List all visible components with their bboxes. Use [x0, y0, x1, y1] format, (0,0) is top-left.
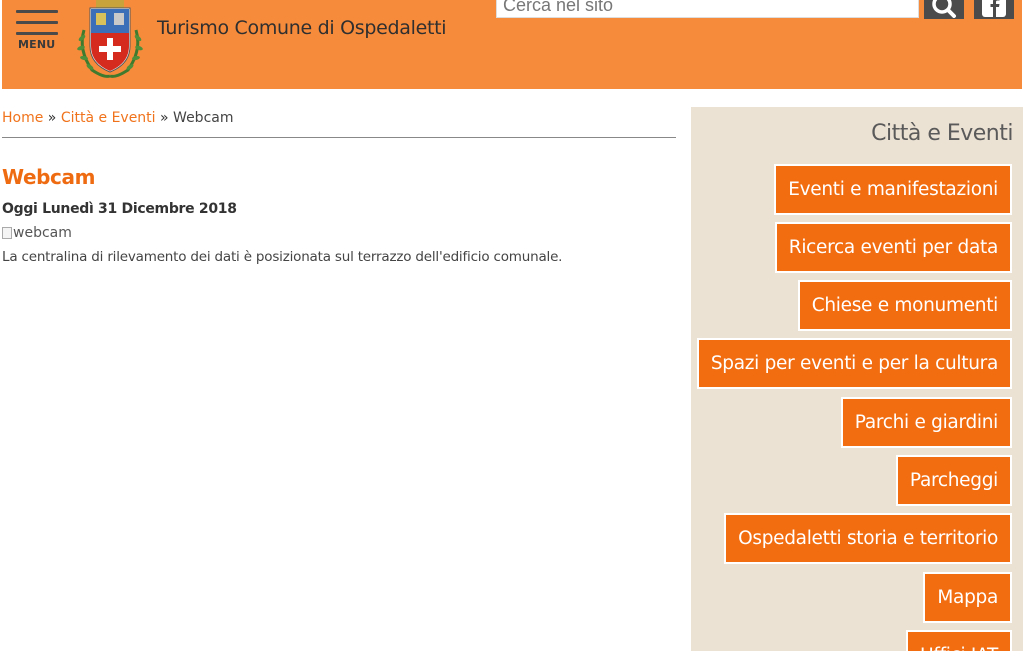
sidebar-item-mappa[interactable]: Mappa: [923, 572, 1012, 623]
sidebar-title: Città e Eventi: [871, 121, 1013, 146]
facebook-button[interactable]: [974, 0, 1014, 19]
site-header: MENU Turismo Comune di Ospedaletti Cerca…: [2, 0, 1022, 89]
sidebar-item-parcheggi[interactable]: Parcheggi: [895, 455, 1012, 506]
breadcrumb-separator: »: [160, 110, 169, 126]
search-icon: [932, 0, 956, 18]
breadcrumb: Home » Città e Eventi » Webcam: [2, 110, 676, 138]
sidebar-item-eventi-manifestazioni[interactable]: Eventi e manifestazioni: [774, 164, 1012, 215]
coat-of-arms-logo[interactable]: [70, 0, 150, 80]
search-input[interactable]: [496, 0, 919, 18]
facebook-icon: [982, 0, 1006, 17]
breadcrumb-section-link[interactable]: Città e Eventi: [61, 110, 156, 126]
sidebar-item-parchi-giardini[interactable]: Parchi e giardini: [840, 397, 1012, 448]
breadcrumb-separator: »: [47, 110, 57, 126]
menu-icon-bar: [16, 32, 58, 35]
breadcrumb-home-link[interactable]: Home: [2, 110, 43, 126]
search-button[interactable]: [924, 0, 964, 19]
sidebar-item-ricerca-eventi[interactable]: Ricerca eventi per data: [774, 222, 1012, 273]
page-title: Webcam: [2, 165, 96, 189]
sidebar-item-uffici-iat[interactable]: Uffici IAT: [906, 630, 1012, 651]
menu-icon-bar: [16, 21, 58, 24]
description-text: La centralina di rilevamento dei dati è …: [2, 249, 563, 265]
sidebar: Città e Eventi Eventi e manifestazioni R…: [691, 107, 1023, 651]
menu-icon: [16, 10, 58, 13]
breadcrumb-current: Webcam: [173, 110, 234, 126]
broken-image-icon: [2, 227, 12, 239]
sidebar-item-chiese-monumenti[interactable]: Chiese e monumenti: [797, 280, 1012, 331]
site-title[interactable]: Turismo Comune di Ospedaletti: [157, 17, 447, 39]
sidebar-item-storia-territorio[interactable]: Ospedaletti storia e territorio: [724, 513, 1012, 564]
today-date: Oggi Lunedì 31 Dicembre 2018: [2, 201, 237, 217]
menu-label: MENU: [18, 38, 56, 51]
webcam-image: webcam: [2, 223, 72, 243]
sidebar-item-spazi-eventi-cultura[interactable]: Spazi per eventi e per la cultura: [696, 338, 1012, 389]
webcam-image-alt: webcam: [13, 225, 72, 241]
menu-button[interactable]: MENU: [16, 8, 60, 54]
